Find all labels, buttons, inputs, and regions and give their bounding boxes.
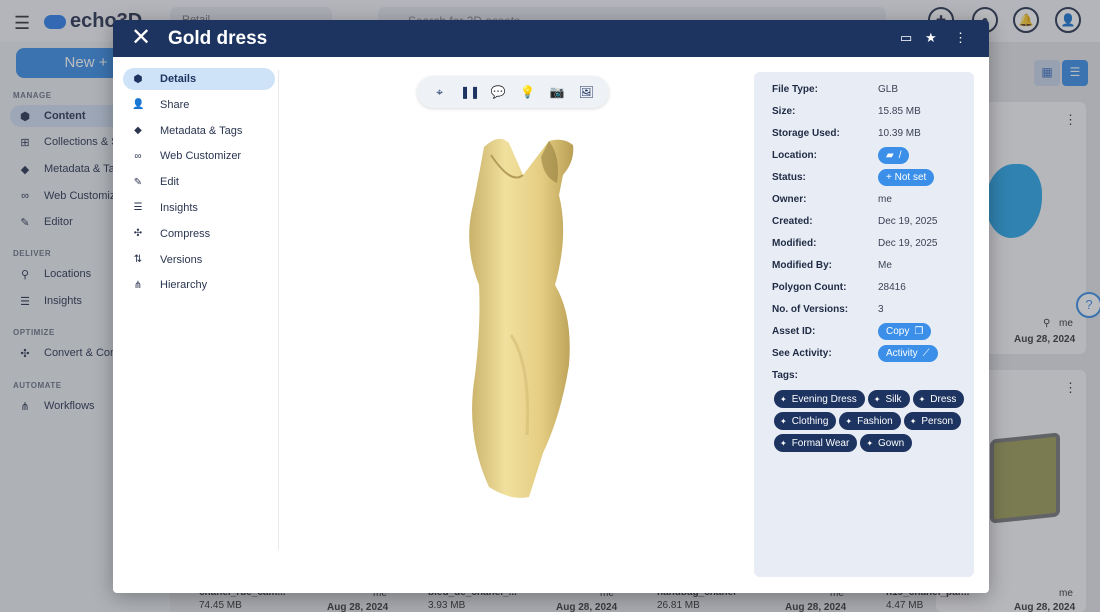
compress-icon: ✣ bbox=[133, 228, 143, 240]
star-icon[interactable]: ★ bbox=[925, 30, 937, 46]
magic-tag-icon: ✦ bbox=[909, 416, 917, 426]
tags-row: Tags: bbox=[772, 369, 798, 381]
tag-icon: ◆ bbox=[134, 125, 142, 137]
copy-asset-id-button[interactable]: Copy ❐ bbox=[878, 322, 932, 340]
polygon-count-row: Polygon Count: 28416 bbox=[772, 281, 906, 293]
activity-button[interactable]: Activity ⟋ bbox=[878, 344, 938, 362]
size-row: Size: 15.85 MB bbox=[772, 105, 921, 117]
pause-icon[interactable]: ❚❚ bbox=[460, 85, 480, 99]
bar-chart-icon: ☰ bbox=[133, 202, 143, 214]
tag-chip[interactable]: ✦ Fashion bbox=[839, 412, 901, 430]
crosshair-icon[interactable]: ⌖ bbox=[431, 85, 449, 100]
status-button[interactable]: + Not set bbox=[878, 168, 935, 186]
file-type-row: File Type: GLB bbox=[772, 83, 899, 95]
nav-item-metadata[interactable]: ◆ Metadata & Tags bbox=[123, 120, 275, 142]
modified-row: Modified: Dec 19, 2025 bbox=[772, 237, 938, 249]
activity-row: See Activity: Activity ⟋ bbox=[772, 344, 938, 362]
copy-icon: ❐ bbox=[914, 325, 924, 337]
nav-item-web-customizer[interactable]: ∞ Web Customizer bbox=[123, 145, 275, 167]
storage-used-row: Storage Used: 10.39 MB bbox=[772, 127, 921, 139]
location-button[interactable]: ▰ / bbox=[878, 146, 910, 164]
tag-chip[interactable]: ✦ Person bbox=[903, 412, 962, 430]
tag-chip[interactable]: ✦ Silk bbox=[867, 390, 910, 408]
magic-tag-icon: ✦ bbox=[780, 438, 787, 448]
hierarchy-icon: ⋔ bbox=[133, 279, 143, 291]
cube-icon: ⬢ bbox=[133, 73, 143, 85]
detail-nav: ⬢ Details 👤 Share ◆ Metadata & Tags ∞ Web Cu… bbox=[123, 68, 275, 300]
status-row: Status: + Not set bbox=[772, 168, 935, 186]
magic-tag-icon: ✦ bbox=[866, 438, 874, 448]
pencil-icon: ✎ bbox=[133, 176, 143, 188]
asset-details-modal: ✕ Gold dress ▭ ★ ⋮ ⬢ Details 👤 Share ◆ Meta… bbox=[113, 20, 989, 593]
modal-title: Gold dress bbox=[168, 28, 268, 49]
chat-icon[interactable]: 💬 bbox=[489, 85, 507, 99]
viewer-toolbar: ⌖ ❚❚ 💬 💡 📷 🖼 bbox=[417, 76, 609, 108]
nav-item-edit[interactable]: ✎ Edit bbox=[123, 171, 275, 193]
magic-tag-icon: ✦ bbox=[873, 394, 881, 404]
details-panel: File Type: GLB Size: 15.85 MB Storage Used… bbox=[754, 72, 974, 577]
tag-chip[interactable]: ✦ Clothing bbox=[774, 412, 837, 430]
nav-divider bbox=[278, 70, 279, 550]
tag-chip[interactable]: ✦ Dress bbox=[912, 390, 965, 408]
camera-icon[interactable]: 📷 bbox=[548, 85, 566, 99]
asset-id-row: Asset ID: Copy ❐ bbox=[772, 322, 932, 340]
comment-icon[interactable]: ▭ bbox=[900, 30, 912, 46]
versions-icon: ⇅ bbox=[133, 254, 143, 266]
tag-chip[interactable]: ✦ Gown bbox=[860, 434, 913, 452]
close-icon[interactable]: ✕ bbox=[131, 24, 151, 52]
nav-item-hierarchy[interactable]: ⋔ Hierarchy bbox=[123, 274, 275, 296]
magic-tag-icon: ✦ bbox=[780, 394, 787, 404]
lightbulb-icon[interactable]: 💡 bbox=[519, 85, 537, 99]
nav-item-compress[interactable]: ✣ Compress bbox=[123, 223, 275, 245]
magic-tag-icon: ✦ bbox=[918, 394, 926, 404]
location-row: Location: ▰ / bbox=[772, 146, 910, 164]
3d-model-viewer[interactable] bbox=[451, 135, 601, 507]
owner-row: Owner: me bbox=[772, 193, 892, 205]
nav-item-insights[interactable]: ☰ Insights bbox=[123, 197, 275, 219]
tag-list: ✦ Evening Dress ✦ Silk ✦ Dress ✦ Clothing ✦ F… bbox=[774, 390, 970, 452]
glasses-icon: ∞ bbox=[134, 150, 142, 162]
tag-chip[interactable]: ✦ Evening Dress bbox=[774, 390, 865, 408]
folder-icon: ▰ bbox=[886, 149, 894, 161]
magic-tag-icon: ✦ bbox=[845, 416, 853, 426]
chart-icon: ⟋ bbox=[922, 347, 930, 359]
magic-tag-icon: ✦ bbox=[780, 416, 787, 426]
dress-model bbox=[469, 138, 574, 498]
nav-item-share[interactable]: 👤 Share bbox=[123, 94, 275, 116]
versions-row: No. of Versions: 3 bbox=[772, 303, 884, 315]
image-icon[interactable]: 🖼 bbox=[577, 85, 595, 99]
modal-header: ✕ Gold dress ▭ ★ ⋮ bbox=[113, 20, 989, 57]
tag-chip[interactable]: ✦ Formal Wear bbox=[774, 434, 858, 452]
more-vertical-icon[interactable]: ⋮ bbox=[954, 30, 967, 46]
created-row: Created: Dec 19, 2025 bbox=[772, 215, 938, 227]
modified-by-row: Modified By: Me bbox=[772, 259, 892, 271]
nav-item-details[interactable]: ⬢ Details bbox=[123, 68, 275, 90]
person-add-icon: 👤 bbox=[132, 99, 145, 111]
nav-item-versions[interactable]: ⇅ Versions bbox=[123, 249, 275, 271]
